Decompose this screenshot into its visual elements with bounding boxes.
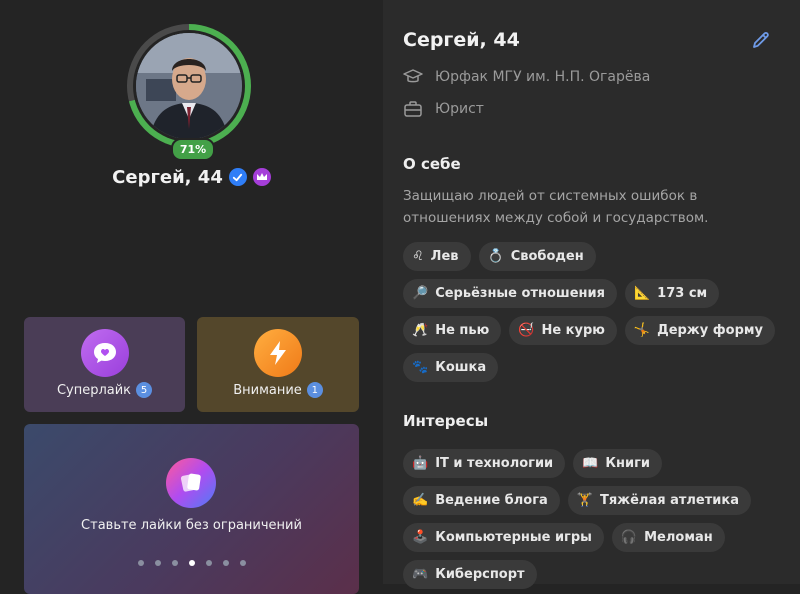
profile-completion-badge: 71% [171, 138, 215, 161]
edit-profile-button[interactable] [750, 29, 772, 51]
job-row: Юрист [403, 100, 484, 118]
lightning-icon [254, 329, 302, 377]
trait-chip-smoking: 🚭 Не курю [509, 316, 617, 345]
avatar-progress-ring [127, 24, 251, 148]
ring-icon: 💍 [487, 249, 504, 264]
pencil-icon [753, 32, 769, 48]
carousel-dot[interactable] [205, 560, 212, 566]
superlike-card[interactable]: Суперлайк 5 [24, 317, 185, 412]
fitness-icon: 🤸 [633, 323, 651, 338]
glasses-icon: 🥂 [412, 323, 429, 338]
trait-chip-pet: 🐾 Кошка [403, 353, 499, 382]
cards-stack-icon [166, 458, 216, 508]
profile-left-panel: 71% Сергей, 44 Суперлайк 5 Внимание 1 Ст… [0, 0, 383, 594]
ruler-icon: 📐 [633, 286, 651, 301]
joystick-icon: 🕹️ [412, 530, 429, 545]
carousel-dot[interactable] [222, 560, 229, 566]
interest-chip: ✍️ Ведение блога [403, 486, 560, 515]
gamepad-icon: 🎮 [412, 567, 429, 582]
unlimited-likes-promo[interactable]: Ставьте лайки без ограничений [24, 424, 359, 594]
carousel-dot[interactable] [171, 560, 178, 566]
avatar-photo-icon [136, 33, 242, 139]
job-text: Юрист [435, 101, 484, 117]
superlike-label: Суперлайк [56, 382, 132, 398]
interest-chip: 🎧 Меломан [611, 523, 725, 552]
traits-chips: ♌ Лев 💍 Свободен 🔎 Серьёзные отношения 📐 173… [403, 242, 783, 382]
interest-chip: 🕹️ Компьютерные игры [403, 523, 604, 552]
carousel-dot-active[interactable] [188, 560, 195, 566]
interest-chip: 🤖 IT и технологии [403, 449, 566, 478]
no-smoking-icon: 🚭 [518, 323, 535, 338]
superlike-count-badge: 5 [136, 382, 153, 398]
profile-details-panel: Сергей, 44 Юрфак МГУ им. Н.П. Огарёва Юр… [383, 0, 800, 589]
paw-icon: 🐾 [412, 360, 429, 375]
interest-chip: 🏋️ Тяжёлая атлетика [567, 486, 751, 515]
interests-chips: 🤖 IT и технологии 📖 Книги ✍️ Ведение блога … [403, 449, 783, 589]
verified-icon [228, 168, 247, 186]
premium-crown-icon [252, 168, 271, 186]
carousel-dot[interactable] [239, 560, 246, 566]
briefcase-icon [404, 101, 422, 117]
unlimited-likes-text: Ставьте лайки без ограничений [81, 518, 302, 533]
graduation-cap-icon [403, 69, 423, 83]
carousel-dot[interactable] [154, 560, 161, 566]
trait-chip-fitness: 🤸 Держу форму [624, 316, 775, 345]
profile-name-row: Сергей, 44 [0, 164, 383, 190]
robot-icon: 🤖 [412, 456, 429, 471]
book-icon: 📖 [582, 456, 599, 471]
trait-chip-alcohol: 🥂 Не пью [403, 316, 502, 345]
carousel-dot[interactable] [137, 560, 144, 566]
writing-hand-icon: ✍️ [412, 493, 429, 508]
attention-label: Внимание [233, 382, 302, 398]
headphones-icon: 🎧 [620, 530, 638, 545]
attention-count-badge: 1 [306, 382, 323, 398]
trait-chip-relationship-status: 💍 Свободен [478, 242, 596, 271]
weightlifter-icon: 🏋️ [576, 493, 593, 508]
interests-title: Интересы [403, 412, 489, 430]
trait-chip-zodiac: ♌ Лев [403, 242, 471, 271]
trait-chip-height: 📐 173 см [624, 279, 720, 308]
interest-chip: 📖 Книги [573, 449, 662, 478]
avatar[interactable] [136, 33, 242, 139]
about-title: О себе [403, 155, 461, 173]
interest-chip: 🎮 Киберспорт [403, 560, 537, 589]
education-text: Юрфак МГУ им. Н.П. Огарёва [435, 69, 651, 85]
trait-chip-goal: 🔎 Серьёзные отношения [403, 279, 617, 308]
about-text: Защищаю людей от системных ошибок в отно… [403, 188, 709, 226]
education-row: Юрфак МГУ им. Н.П. Огарёва [403, 68, 650, 86]
attention-card[interactable]: Внимание 1 [197, 317, 359, 412]
superlike-chat-heart-icon [81, 329, 129, 377]
carousel-dots [24, 560, 359, 566]
magnifier-icon: 🔎 [412, 286, 429, 301]
details-name: Сергей, 44 [403, 29, 520, 51]
leo-icon: ♌ [412, 249, 424, 264]
profile-name: Сергей, 44 [112, 166, 223, 188]
